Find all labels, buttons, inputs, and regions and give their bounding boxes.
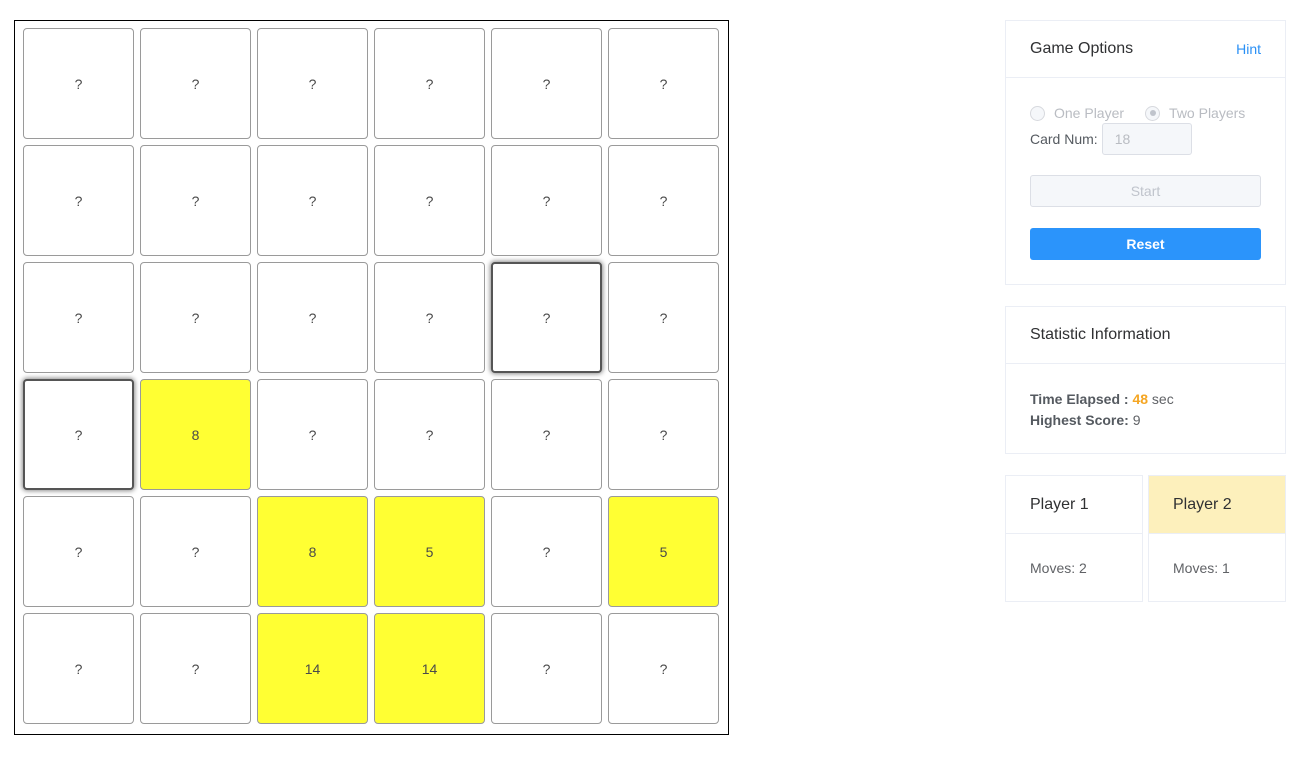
card[interactable]: ? xyxy=(491,28,602,139)
card[interactable]: 14 xyxy=(257,613,368,724)
card[interactable]: ? xyxy=(374,28,485,139)
highest-score-value: 9 xyxy=(1132,412,1141,428)
card[interactable]: 5 xyxy=(608,496,719,607)
card[interactable]: ? xyxy=(374,379,485,490)
card[interactable]: ? xyxy=(257,145,368,256)
time-elapsed-label: Time Elapsed : xyxy=(1030,391,1129,407)
card-num-input[interactable] xyxy=(1101,123,1192,155)
time-elapsed-unit: sec xyxy=(1151,391,1174,407)
game-options-title: Game Options xyxy=(1030,40,1134,57)
one-player-label: One Player xyxy=(1054,105,1125,121)
card[interactable]: ? xyxy=(140,262,251,373)
card[interactable]: ? xyxy=(140,613,251,724)
statistics-title: Statistic Information xyxy=(1030,326,1171,343)
card[interactable]: ? xyxy=(23,28,134,139)
card[interactable]: ? xyxy=(257,379,368,490)
card[interactable]: ? xyxy=(140,28,251,139)
card[interactable]: ? xyxy=(491,379,602,490)
statistics-header: Statistic Information xyxy=(1006,307,1285,364)
card[interactable]: 14 xyxy=(374,613,485,724)
time-elapsed-value: 48 xyxy=(1132,391,1149,407)
card-num: Card Num: xyxy=(1030,123,1192,155)
card[interactable]: ? xyxy=(257,262,368,373)
card-num-text: Card Num: xyxy=(1030,131,1098,147)
card[interactable]: ? xyxy=(257,28,368,139)
player-2-name: Player 2 xyxy=(1149,476,1285,534)
start-button[interactable]: Start xyxy=(1030,175,1261,207)
card[interactable]: ? xyxy=(491,496,602,607)
one-player-radio[interactable] xyxy=(1030,105,1045,121)
player-1-name: Player 1 xyxy=(1006,476,1142,534)
card[interactable]: ? xyxy=(23,262,134,373)
time-elapsed-row: Time Elapsed : 48 sec xyxy=(1030,389,1174,410)
two-players-radio[interactable] xyxy=(1145,105,1161,121)
player-1-moves: Moves: 2 xyxy=(1030,560,1087,576)
card[interactable]: ? xyxy=(374,262,485,373)
card[interactable]: ? xyxy=(608,379,719,490)
statistics-body: Time Elapsed : 48 sec Highest Score: 9 xyxy=(1030,389,1174,431)
card[interactable]: ? xyxy=(140,145,251,256)
player-mode-group: One Player Two Players xyxy=(1030,105,1266,121)
card[interactable]: ? xyxy=(491,613,602,724)
card[interactable]: ? xyxy=(608,28,719,139)
card[interactable]: ? xyxy=(608,145,719,256)
card[interactable]: ? xyxy=(374,145,485,256)
player-1-card: Player 1 Moves: 2 xyxy=(1005,475,1143,602)
game-board: ??????????????????? 8?????? 8 5? 5?? 14 14?? xyxy=(14,20,729,735)
player-2-card: Player 2 Moves: 1 xyxy=(1148,475,1286,602)
card[interactable]: ? xyxy=(140,496,251,607)
radio-checked-dot xyxy=(1149,110,1156,116)
highest-score-label: Highest Score: xyxy=(1030,412,1129,428)
game-options-header: Game Options Hint xyxy=(1006,21,1285,78)
hint-link[interactable]: Hint xyxy=(1236,41,1261,57)
card[interactable]: ? xyxy=(23,496,134,607)
two-players-label: Two Players xyxy=(1169,105,1246,121)
game-options-panel: Game Options Hint One Player Two Players… xyxy=(1005,20,1286,285)
card[interactable]: 5 xyxy=(374,496,485,607)
statistics-panel: Statistic Information Time Elapsed : 48 … xyxy=(1005,306,1286,454)
reset-button[interactable]: Reset xyxy=(1030,228,1261,260)
card[interactable]: ? xyxy=(23,379,134,490)
card[interactable]: ? xyxy=(608,262,719,373)
card[interactable]: ? xyxy=(23,145,134,256)
card[interactable]: ? xyxy=(491,262,602,373)
card[interactable]: 8 xyxy=(140,379,251,490)
card[interactable]: ? xyxy=(491,145,602,256)
highest-score-row: Highest Score: 9 xyxy=(1030,410,1174,431)
card[interactable]: 8 xyxy=(257,496,368,607)
card[interactable]: ? xyxy=(23,613,134,724)
player-2-moves: Moves: 1 xyxy=(1173,560,1230,576)
card[interactable]: ? xyxy=(608,613,719,724)
